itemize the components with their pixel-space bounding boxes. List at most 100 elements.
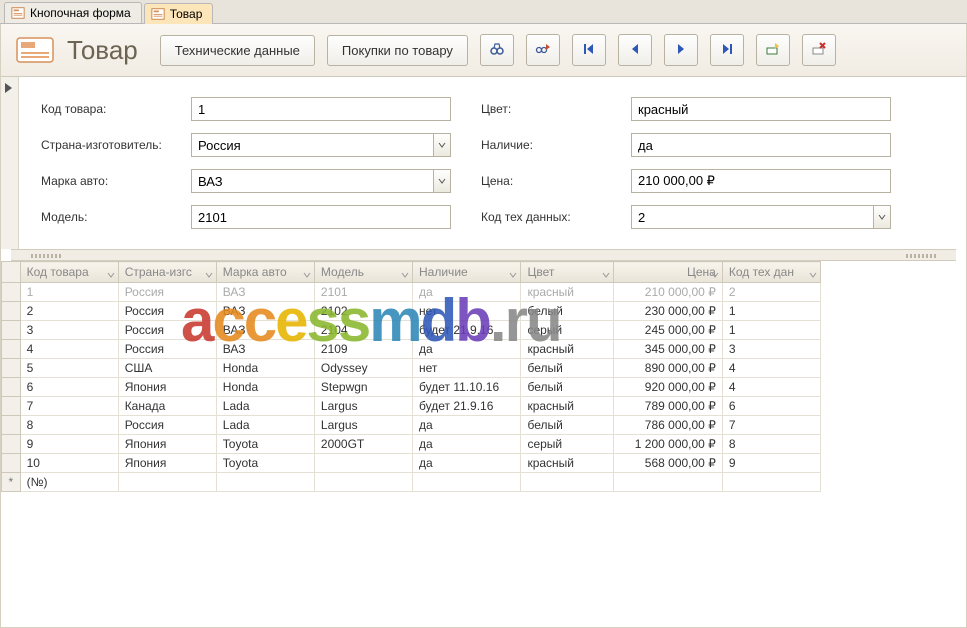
table-row[interactable]: 4РоссияВАЗ2109дакрасный345 000,00 ₽3 bbox=[2, 340, 821, 359]
cell-code[interactable]: 2 bbox=[20, 302, 118, 321]
cell-brand[interactable]: ВАЗ bbox=[216, 340, 314, 359]
splitter[interactable] bbox=[11, 249, 956, 261]
color-field[interactable] bbox=[631, 97, 891, 121]
availability-field[interactable] bbox=[631, 133, 891, 157]
cell-brand[interactable]: ВАЗ bbox=[216, 302, 314, 321]
cell-avail[interactable]: будет 21.9.16 bbox=[413, 321, 521, 340]
cell-avail[interactable]: нет bbox=[413, 359, 521, 378]
row-selector[interactable] bbox=[2, 435, 21, 454]
row-selector[interactable] bbox=[2, 302, 21, 321]
cell-model[interactable]: Largus bbox=[314, 416, 412, 435]
brand-field[interactable] bbox=[191, 169, 433, 193]
table-row[interactable]: 3РоссияВАЗ2104будет 21.9.16серый245 000,… bbox=[2, 321, 821, 340]
cell-code[interactable]: 6 bbox=[20, 378, 118, 397]
cell-model[interactable]: 2109 bbox=[314, 340, 412, 359]
tab-product[interactable]: Товар bbox=[144, 3, 214, 24]
cell-tech[interactable]: 9 bbox=[722, 454, 820, 473]
cell-code[interactable]: 3 bbox=[20, 321, 118, 340]
col-model[interactable]: Модель bbox=[314, 262, 412, 283]
cell-country[interactable]: Россия bbox=[118, 321, 216, 340]
cell-avail[interactable]: да bbox=[413, 283, 521, 302]
cell-code[interactable]: 5 bbox=[20, 359, 118, 378]
cell-code[interactable]: 10 bbox=[20, 454, 118, 473]
row-selector[interactable] bbox=[2, 378, 21, 397]
country-field[interactable] bbox=[191, 133, 433, 157]
col-price[interactable]: Цена bbox=[614, 262, 722, 283]
cell-brand[interactable]: ВАЗ bbox=[216, 321, 314, 340]
col-color[interactable]: Цвет bbox=[521, 262, 614, 283]
techcode-dropdown[interactable] bbox=[873, 205, 891, 229]
cell-color[interactable]: красный bbox=[521, 454, 614, 473]
cell-color[interactable]: белый bbox=[521, 302, 614, 321]
purchases-button[interactable]: Покупки по товару bbox=[327, 35, 468, 66]
cell-tech[interactable]: 6 bbox=[722, 397, 820, 416]
cell-model[interactable]: 2102 bbox=[314, 302, 412, 321]
table-row[interactable]: 10ЯпонияToyotaдакрасный568 000,00 ₽9 bbox=[2, 454, 821, 473]
row-selector[interactable] bbox=[2, 321, 21, 340]
cell-avail[interactable]: да bbox=[413, 340, 521, 359]
cell-brand[interactable]: Toyota bbox=[216, 454, 314, 473]
cell-tech[interactable]: 4 bbox=[722, 378, 820, 397]
row-selector[interactable] bbox=[2, 359, 21, 378]
model-field[interactable] bbox=[191, 205, 451, 229]
cell-tech[interactable]: 1 bbox=[722, 321, 820, 340]
cell-brand[interactable]: Lada bbox=[216, 416, 314, 435]
cell-country[interactable]: Япония bbox=[118, 435, 216, 454]
cell-color[interactable]: белый bbox=[521, 378, 614, 397]
cell-code[interactable]: 1 bbox=[20, 283, 118, 302]
cell-avail[interactable]: да bbox=[413, 416, 521, 435]
cell-brand[interactable]: Honda bbox=[216, 359, 314, 378]
cell-price[interactable]: 789 000,00 ₽ bbox=[614, 397, 722, 416]
col-avail[interactable]: Наличие bbox=[413, 262, 521, 283]
cell-tech[interactable]: 7 bbox=[722, 416, 820, 435]
select-all[interactable] bbox=[2, 262, 21, 283]
cell-tech[interactable]: 3 bbox=[722, 340, 820, 359]
find-button[interactable] bbox=[480, 34, 514, 66]
col-code[interactable]: Код товара bbox=[20, 262, 118, 283]
row-selector[interactable] bbox=[2, 283, 21, 302]
new-row-selector[interactable]: * bbox=[2, 473, 21, 492]
find-next-button[interactable] bbox=[526, 34, 560, 66]
table-row[interactable]: 6ЯпонияHondaStepwgnбудет 11.10.16белый92… bbox=[2, 378, 821, 397]
cell-country[interactable]: Япония bbox=[118, 378, 216, 397]
cell-price[interactable]: 890 000,00 ₽ bbox=[614, 359, 722, 378]
cell-price[interactable]: 920 000,00 ₽ bbox=[614, 378, 722, 397]
cell-price[interactable]: 210 000,00 ₽ bbox=[614, 283, 722, 302]
cell-price[interactable]: 1 200 000,00 ₽ bbox=[614, 435, 722, 454]
cell-color[interactable]: белый bbox=[521, 416, 614, 435]
cell-color[interactable]: серый bbox=[521, 435, 614, 454]
col-brand[interactable]: Марка авто bbox=[216, 262, 314, 283]
cell-brand[interactable]: Lada bbox=[216, 397, 314, 416]
table-row[interactable]: 8РоссияLadaLargusдабелый786 000,00 ₽7 bbox=[2, 416, 821, 435]
cell-country[interactable]: США bbox=[118, 359, 216, 378]
cell-model[interactable]: Odyssey bbox=[314, 359, 412, 378]
row-selector[interactable] bbox=[2, 416, 21, 435]
last-record-button[interactable] bbox=[710, 34, 744, 66]
table-row[interactable]: 7КанадаLadaLargusбудет 21.9.16красный789… bbox=[2, 397, 821, 416]
cell-brand[interactable]: ВАЗ bbox=[216, 283, 314, 302]
techcode-field[interactable] bbox=[631, 205, 873, 229]
cell-price[interactable]: 230 000,00 ₽ bbox=[614, 302, 722, 321]
col-country[interactable]: Страна-изгс bbox=[118, 262, 216, 283]
table-row[interactable]: 5СШАHondaOdysseyнетбелый890 000,00 ₽4 bbox=[2, 359, 821, 378]
cell-model[interactable] bbox=[314, 454, 412, 473]
cell-tech[interactable]: 8 bbox=[722, 435, 820, 454]
cell-country[interactable]: Россия bbox=[118, 283, 216, 302]
delete-record-button[interactable] bbox=[802, 34, 836, 66]
cell-price[interactable]: 245 000,00 ₽ bbox=[614, 321, 722, 340]
cell-country[interactable]: Россия bbox=[118, 302, 216, 321]
cell-avail[interactable]: нет bbox=[413, 302, 521, 321]
cell-model[interactable]: 2101 bbox=[314, 283, 412, 302]
cell-price[interactable]: 345 000,00 ₽ bbox=[614, 340, 722, 359]
cell-color[interactable]: серый bbox=[521, 321, 614, 340]
cell-price[interactable]: 786 000,00 ₽ bbox=[614, 416, 722, 435]
cell-code[interactable]: 4 bbox=[20, 340, 118, 359]
cell-code[interactable]: 9 bbox=[20, 435, 118, 454]
cell-color[interactable]: красный bbox=[521, 397, 614, 416]
cell-model[interactable]: 2104 bbox=[314, 321, 412, 340]
row-selector[interactable] bbox=[2, 454, 21, 473]
first-record-button[interactable] bbox=[572, 34, 606, 66]
cell-color[interactable]: красный bbox=[521, 340, 614, 359]
row-selector[interactable] bbox=[2, 340, 21, 359]
next-record-button[interactable] bbox=[664, 34, 698, 66]
